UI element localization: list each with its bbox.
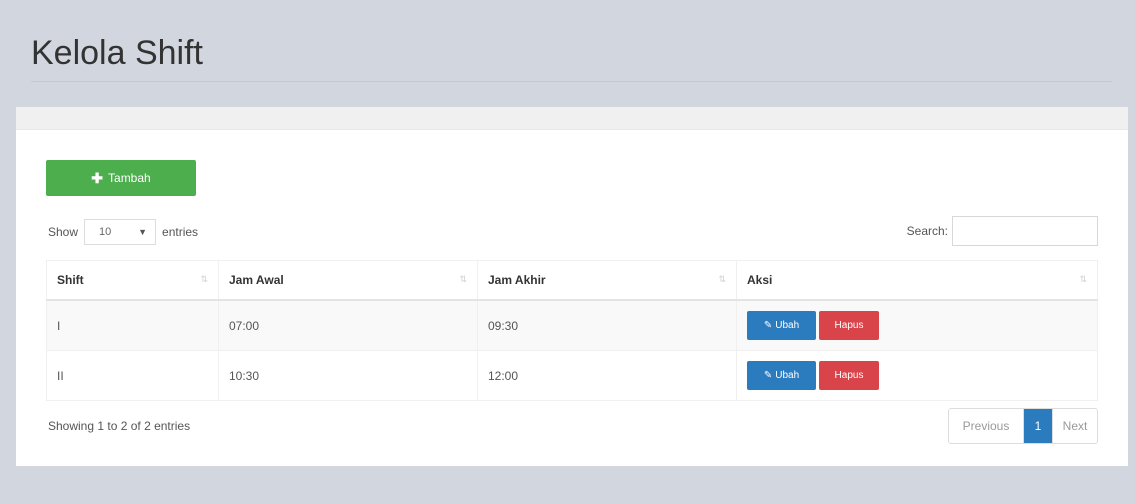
entries-select[interactable]: 10 ▼ <box>84 219 157 245</box>
shift-table: Shift ⇅ Jam Awal ⇅ Jam Akhir ⇅ Aksi ⇅ I … <box>46 260 1098 401</box>
table-row: II 10:30 12:00 ✎ Ubah Hapus <box>46 350 1098 401</box>
column-header-jam-awal[interactable]: Jam Awal ⇅ <box>218 260 478 301</box>
sort-icon: ⇅ <box>200 274 208 284</box>
edit-icon: ✎ <box>763 370 773 381</box>
show-label: Show <box>48 225 79 239</box>
add-button-label: Tambah <box>108 171 151 185</box>
cell-jam-awal: 07:00 <box>218 299 478 351</box>
pagination-page-1[interactable]: 1 <box>1024 409 1052 443</box>
page-header: Kelola Shift <box>16 0 1112 82</box>
sort-icon: ⇅ <box>718 274 726 284</box>
sort-icon: ⇅ <box>459 274 467 284</box>
column-header-aksi[interactable]: Aksi ⇅ <box>736 260 1098 301</box>
entries-label: entries <box>162 225 199 239</box>
edit-button[interactable]: ✎ Ubah <box>747 311 816 340</box>
pagination: Previous 1 Next <box>948 408 1098 444</box>
edit-button[interactable]: ✎ Ubah <box>747 361 816 390</box>
delete-button[interactable]: Hapus <box>819 311 879 340</box>
edit-icon: ✎ <box>763 320 773 331</box>
plus-icon: ✚ <box>91 170 104 186</box>
sort-icon: ⇅ <box>1079 274 1087 284</box>
delete-button[interactable]: Hapus <box>819 361 879 390</box>
content-box: ✚ Tambah Show 10 ▼ entries Search: Shift… <box>16 107 1128 466</box>
cell-jam-akhir: 12:00 <box>477 350 737 401</box>
page-title: Kelola Shift <box>31 34 203 72</box>
page: Kelola Shift ✚ Tambah Show 10 ▼ entries … <box>0 0 1135 504</box>
table-header-row: Shift ⇅ Jam Awal ⇅ Jam Akhir ⇅ Aksi ⇅ <box>46 260 1098 301</box>
title-divider <box>31 81 1112 82</box>
pagination-next[interactable]: Next <box>1052 409 1097 443</box>
chevron-down-icon: ▼ <box>138 227 148 237</box>
cell-actions: ✎ Ubah Hapus <box>736 299 1098 351</box>
pagination-previous[interactable]: Previous <box>949 409 1024 443</box>
add-button[interactable]: ✚ Tambah <box>46 160 196 196</box>
table-info: Showing 1 to 2 of 2 entries <box>48 419 191 433</box>
search-label: Search: <box>906 224 948 238</box>
entries-select-value: 10 <box>99 226 112 238</box>
search-input[interactable] <box>952 216 1098 246</box>
column-header-jam-akhir[interactable]: Jam Akhir ⇅ <box>477 260 737 301</box>
column-header-shift[interactable]: Shift ⇅ <box>46 260 219 301</box>
cell-actions: ✎ Ubah Hapus <box>736 350 1098 401</box>
table-row: I 07:00 09:30 ✎ Ubah Hapus <box>46 299 1098 351</box>
entries-length-control: Show 10 ▼ entries <box>48 218 198 246</box>
cell-jam-akhir: 09:30 <box>477 299 737 351</box>
box-header <box>16 107 1128 130</box>
search-control: Search: <box>907 216 1098 246</box>
cell-jam-awal: 10:30 <box>218 350 478 401</box>
cell-shift: II <box>46 350 219 401</box>
cell-shift: I <box>46 299 219 351</box>
